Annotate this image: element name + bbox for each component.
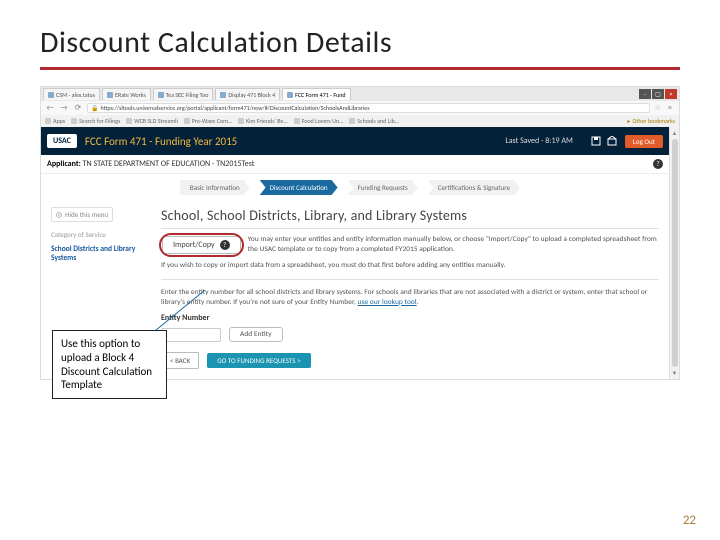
- divider: [161, 279, 659, 280]
- hide-menu-button[interactable]: Hide this menu: [51, 207, 113, 222]
- forward-icon[interactable]: →: [59, 103, 69, 113]
- add-entity-button[interactable]: Add Entity: [229, 327, 283, 342]
- logout-button[interactable]: Log Out: [625, 135, 663, 148]
- bookmark-item[interactable]: Schools and Lib…: [349, 117, 399, 125]
- browser-tab[interactable]: Display 471 Block 4: [215, 88, 280, 100]
- address-bar: ← → ⟳ 🔒https://sltools.universalservice.…: [41, 101, 679, 115]
- form-title: FCC Form 471 - Funding Year 2015: [85, 135, 237, 148]
- bookmark-item[interactable]: Kim Friends' Be…: [238, 117, 288, 125]
- intro-paragraph-1: You may enter your entities and entity i…: [248, 235, 659, 255]
- title-rule: [40, 67, 680, 70]
- scroll-thumb[interactable]: [672, 139, 678, 367]
- entity-number-label: Entity Number: [161, 313, 659, 323]
- bookmark-item[interactable]: Food Lovers Un…: [294, 117, 344, 125]
- progress-bar: Basic Information Discount Calculation F…: [41, 174, 669, 201]
- scrollbar[interactable]: ▲ ▼: [669, 127, 679, 379]
- last-saved-label: Last Saved - 8:19 AM: [505, 136, 572, 146]
- reload-icon[interactable]: ⟳: [73, 103, 83, 113]
- step-discount-calculation[interactable]: Discount Calculation: [260, 180, 338, 195]
- bookmark-star-icon[interactable]: ☆: [654, 103, 661, 113]
- entry-instructions: Enter the entity number for all school d…: [161, 288, 659, 308]
- save-icon[interactable]: [591, 136, 601, 146]
- step-funding-requests[interactable]: Funding Requests: [348, 180, 418, 195]
- lookup-tool-link[interactable]: use our lookup tool: [358, 298, 417, 307]
- browser-tab[interactable]: Tea SEC Filing Too: [153, 88, 214, 100]
- sidebar-link-school-districts[interactable]: School Districts and Library Systems: [51, 245, 145, 263]
- step-basic-information[interactable]: Basic Information: [180, 180, 250, 195]
- window-maximize-icon[interactable]: ▢: [652, 89, 664, 99]
- slide-title: Discount Calculation Details: [40, 24, 680, 61]
- import-copy-button[interactable]: Import/Copy ?: [162, 236, 241, 254]
- go-to-funding-requests-button[interactable]: GO TO FUNDING REQUESTS >: [207, 353, 310, 368]
- window-minimize-icon[interactable]: –: [639, 89, 651, 99]
- scroll-down-icon[interactable]: ▼: [672, 369, 678, 377]
- applicant-name: TN STATE DEPARTMENT OF EDUCATION - TN201…: [83, 159, 255, 169]
- bookmark-bar: Apps Search for Filings WCB SLD Streamli…: [41, 115, 679, 127]
- callout-box: Use this option to upload a Block 4 Disc…: [52, 330, 167, 399]
- bookmark-item[interactable]: Apps: [45, 117, 65, 125]
- help-icon[interactable]: [607, 136, 617, 146]
- applicant-label: Applicant:: [47, 159, 81, 169]
- menu-section-label: Category of Service: [51, 230, 145, 239]
- lock-icon: 🔒: [91, 104, 98, 112]
- usac-logo: USAC: [47, 134, 77, 148]
- browser-tab[interactable]: ERate Works: [102, 88, 151, 100]
- main-content: School, School Districts, Library, and L…: [151, 201, 669, 379]
- bookmark-item[interactable]: Pre-Wave Com…: [184, 117, 232, 125]
- import-help-icon[interactable]: ?: [220, 240, 230, 250]
- page-number: 22: [683, 513, 696, 528]
- entity-number-input[interactable]: [161, 328, 221, 342]
- other-bookmarks[interactable]: ▸ Other bookmarks: [627, 117, 675, 125]
- browser-tab-bar: CSM - alex.tatus ERate Works Tea SEC Fil…: [41, 87, 679, 101]
- heading-rule: [161, 228, 659, 229]
- back-icon[interactable]: ←: [45, 103, 55, 113]
- applicant-row: Applicant: TN STATE DEPARTMENT OF EDUCAT…: [41, 155, 669, 174]
- scroll-up-icon[interactable]: ▲: [672, 129, 678, 137]
- app-header: USAC FCC Form 471 - Funding Year 2015 La…: [41, 127, 669, 155]
- browser-tab[interactable]: CSM - alex.tatus: [43, 88, 100, 100]
- page-heading: School, School Districts, Library, and L…: [161, 207, 659, 224]
- browser-menu-icon[interactable]: ≡: [665, 103, 675, 113]
- window-close-icon[interactable]: ×: [665, 89, 677, 99]
- applicant-help-icon[interactable]: ?: [653, 159, 663, 169]
- step-certifications-signature[interactable]: Certifications & Signature: [428, 180, 520, 195]
- bookmark-item[interactable]: WCB SLD Streamli: [126, 117, 178, 125]
- browser-tab-active[interactable]: FCC Form 471 - Fund: [282, 88, 350, 100]
- bookmark-item[interactable]: Search for Filings: [71, 117, 120, 125]
- gear-icon: [56, 212, 62, 218]
- intro-paragraph-2: If you wish to copy or import data from …: [161, 261, 659, 271]
- url-field[interactable]: 🔒https://sltools.universalservice.org/po…: [87, 103, 650, 113]
